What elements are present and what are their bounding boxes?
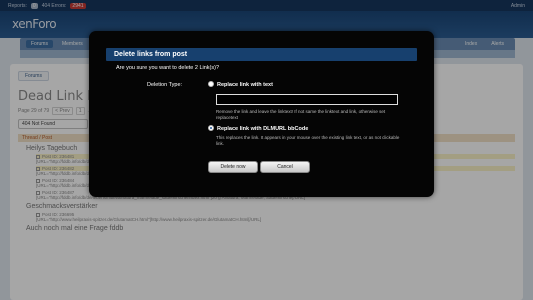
replace-text-radio[interactable] bbox=[208, 81, 214, 88]
option2-label: Replace link with DLMURL bbCode bbox=[217, 126, 309, 132]
option1-hint: Remove the link and leave the linktext! … bbox=[216, 109, 386, 120]
delete-now-button[interactable]: Delete now bbox=[208, 161, 258, 173]
replace-text-input[interactable] bbox=[216, 94, 398, 105]
dialog-title: Delete links from post bbox=[106, 48, 417, 61]
option-replace-with-dlmurl[interactable]: Replace link with DLMURL bbCode bbox=[208, 125, 309, 132]
option2-hint: This replaces the link. It appears in yo… bbox=[216, 135, 400, 146]
cancel-button[interactable]: Cancel bbox=[260, 161, 310, 173]
dialog-question: Are you sure you want to delete 2 Link(s… bbox=[116, 65, 220, 71]
replace-dlmurl-radio[interactable] bbox=[208, 125, 214, 132]
deletion-type-label: Deletion Type: bbox=[147, 82, 183, 88]
delete-links-dialog: Delete links from post Are you sure you … bbox=[89, 31, 434, 197]
option-replace-with-text[interactable]: Replace link with text bbox=[208, 81, 273, 88]
option1-label: Replace link with text bbox=[217, 82, 273, 88]
